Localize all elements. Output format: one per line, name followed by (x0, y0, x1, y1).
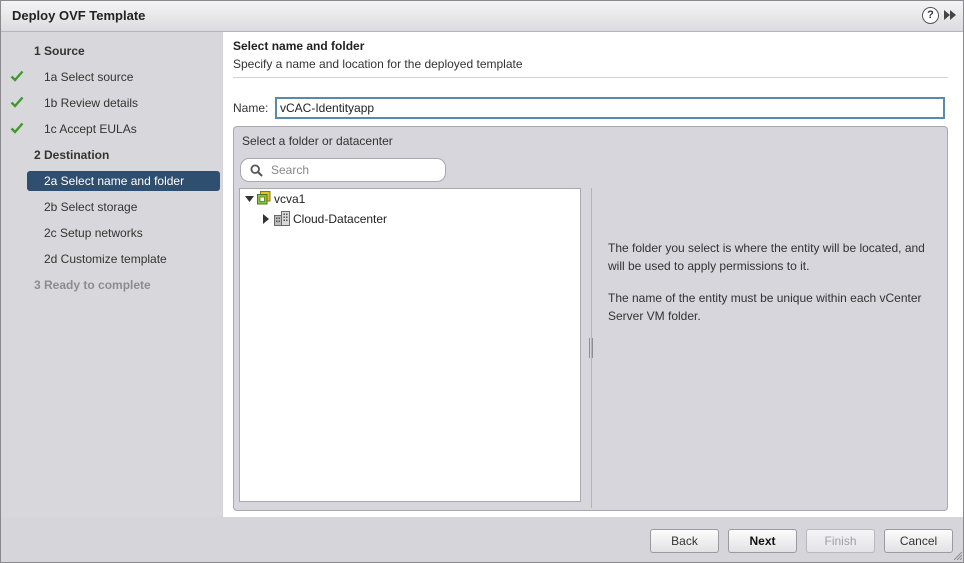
folder-selection-panel: Select a folder or datacenter Search vcv… (233, 126, 948, 511)
dialog-footer: Back Next Finish Cancel (1, 518, 963, 562)
finish-button: Finish (806, 529, 875, 553)
step-1b-review-details[interactable]: 1b Review details (44, 93, 138, 113)
folder-tree: vcva1 Cloud-Datacenter (239, 188, 581, 502)
step-3-ready-to-complete: 3 Ready to complete (34, 278, 151, 292)
step-1a-select-source[interactable]: 1a Select source (44, 67, 133, 87)
splitter-grip-icon[interactable] (588, 338, 594, 358)
tree-node-label: Cloud-Datacenter (293, 212, 388, 226)
title-bar: Deploy OVF Template ? (1, 1, 963, 32)
search-input[interactable] (271, 162, 431, 178)
check-icon (10, 70, 24, 82)
next-button[interactable]: Next (728, 529, 797, 553)
search-icon (250, 164, 263, 177)
step-2c-setup-networks[interactable]: 2c Setup networks (44, 223, 143, 243)
folder-info-text: The folder you select is where the entit… (608, 239, 938, 339)
folder-panel-label: Select a folder or datacenter (242, 134, 393, 148)
collapsed-arrow-icon[interactable] (262, 214, 270, 224)
search-box[interactable] (240, 158, 446, 182)
step-1c-accept-eulas[interactable]: 1c Accept EULAs (44, 119, 137, 139)
check-icon (10, 96, 24, 108)
wizard-steps-sidebar: 1 Source 1a Select source 1b Review deta… (1, 32, 222, 517)
dialog-title: Deploy OVF Template (12, 8, 146, 23)
expanded-arrow-icon[interactable] (245, 195, 254, 204)
resize-grip-icon[interactable] (952, 550, 962, 560)
info-paragraph: The folder you select is where the entit… (608, 241, 925, 273)
tree-node-label: vcva1 (274, 192, 306, 206)
step-2d-customize-template[interactable]: 2d Customize template (44, 249, 167, 269)
step-2a-select-name-and-folder[interactable]: 2a Select name and folder (27, 171, 220, 191)
step-1-source: 1 Source (34, 44, 85, 58)
step-2-destination: 2 Destination (34, 148, 110, 162)
back-button[interactable]: Back (650, 529, 719, 553)
name-label: Name: (233, 101, 269, 115)
name-input[interactable] (275, 97, 945, 119)
page-heading: Select name and folder (233, 39, 365, 53)
step-2b-select-storage[interactable]: 2b Select storage (44, 197, 137, 217)
deploy-ovf-dialog: Deploy OVF Template ? 1 Source 1a Select… (0, 0, 964, 563)
cancel-button[interactable]: Cancel (884, 529, 953, 553)
help-icon[interactable]: ? (922, 7, 939, 24)
page-subheading: Specify a name and location for the depl… (233, 57, 523, 71)
check-icon (10, 122, 24, 134)
expand-icon[interactable] (943, 8, 957, 22)
info-paragraph: The name of the entity must be unique wi… (608, 291, 922, 323)
vcenter-icon (257, 191, 271, 205)
wizard-content: Select name and folder Specify a name an… (223, 32, 963, 517)
divider (233, 77, 948, 78)
datacenter-icon (274, 211, 290, 226)
